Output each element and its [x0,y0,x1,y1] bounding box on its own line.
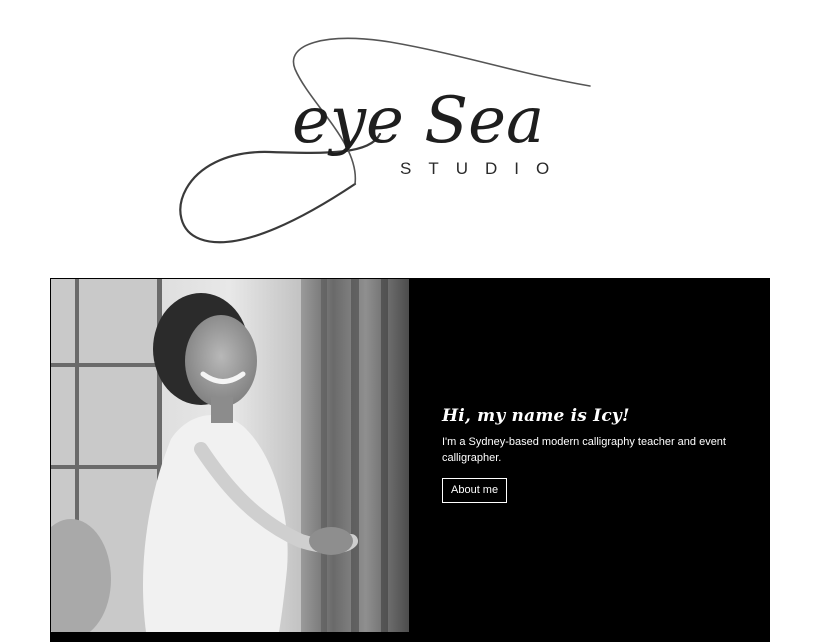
page: eye Sea STUDIO Hi, my name is Icy! I'm a… [0,0,820,642]
site-logo[interactable]: eye Sea STUDIO [160,24,660,264]
logo-artwork: eye Sea STUDIO [179,37,591,244]
logo-sub-text: STUDIO [400,159,566,178]
hero-text-block: Hi, my name is Icy! I'm a Sydney-based m… [442,406,742,503]
hero-section: Hi, my name is Icy! I'm a Sydney-based m… [50,278,770,642]
hero-photo [51,279,409,632]
hero-bottom-strip [50,632,770,642]
hero-photo-image [51,279,409,632]
hero-greeting: Hi, my name is Icy! [442,406,630,426]
about-me-button[interactable]: About me [442,478,508,503]
logo-script-text: eye Sea [292,84,544,158]
hero-intro: I'm a Sydney-based modern calligraphy te… [442,436,726,464]
